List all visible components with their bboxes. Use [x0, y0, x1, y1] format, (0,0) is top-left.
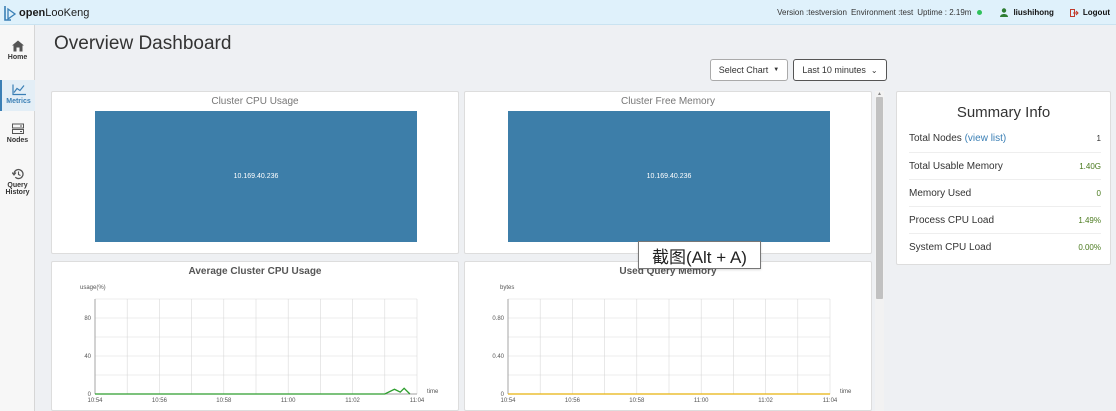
x-tick-label: 11:04: [410, 398, 425, 404]
panel-used-query-memory: Used Query Memory bytes 0 0.40 0.80 10:54 10:…: [464, 261, 872, 411]
summary-label: System CPU Load: [909, 241, 992, 253]
y-axis-label: usage(%): [80, 285, 106, 291]
x-tick-label: 11:02: [345, 398, 360, 404]
summary-label: Total Nodes: [909, 133, 962, 144]
sidebar-item-query-history[interactable]: Query History: [0, 168, 35, 208]
page-title: Overview Dashboard: [54, 33, 232, 54]
summary-row-usable-memory: Total Usable Memory 1.40G: [909, 152, 1101, 179]
environment-text: Environment :test: [850, 8, 914, 17]
status-dot-icon: [977, 10, 983, 15]
panel-average-cluster-cpu-usage: Average Cluster CPU Usage usage(%) 0 40 80 1…: [51, 261, 459, 411]
summary-label: Memory Used: [909, 187, 972, 199]
select-chart-button[interactable]: Select Chart ▼: [710, 59, 788, 81]
home-icon: [11, 40, 24, 52]
y-tick-label: 40: [84, 354, 91, 360]
sidebar-item-label: Nodes: [6, 137, 29, 144]
sidebar-item-nodes[interactable]: Nodes: [0, 123, 35, 151]
sidebar-item-home[interactable]: Home: [0, 40, 35, 68]
node-label: 10.169.40.236: [646, 173, 692, 180]
logout-label: Logout: [1082, 8, 1110, 17]
brand-name-bold: open: [19, 6, 46, 19]
x-tick-label: 10:56: [152, 398, 168, 404]
time-range-select[interactable]: Last 10 minutes ⌄: [793, 59, 887, 81]
sidebar-item-label: Metrics: [6, 98, 31, 105]
panel-cluster-free-memory: Cluster Free Memory 10.169.40.236: [464, 91, 872, 254]
summary-value: 1: [1096, 134, 1101, 143]
node-block[interactable]: 10.169.40.236: [95, 111, 417, 242]
x-tick-label: 10:58: [216, 398, 232, 404]
panel-cluster-cpu-usage: Cluster CPU Usage 10.169.40.236: [51, 91, 459, 254]
user-icon: [1000, 8, 1009, 17]
series-line: [95, 387, 411, 395]
node-block[interactable]: 10.169.40.236: [508, 111, 830, 242]
chevron-down-icon: ⌄: [870, 65, 878, 75]
server-icon: [11, 123, 24, 134]
sidebar: Home Metrics Nodes Query History: [0, 25, 35, 411]
user-menu[interactable]: liushihong: [1000, 8, 1054, 17]
user-name: liushihong: [1013, 8, 1054, 17]
summary-value: 0.00%: [1078, 242, 1101, 252]
x-tick-label: 10:54: [500, 398, 516, 404]
uptime-text: Uptime : 2.19m: [917, 8, 972, 17]
x-tick-label: 11:04: [823, 398, 838, 404]
x-tick-label: 11:02: [758, 398, 773, 404]
summary-value: 1.40G: [1079, 161, 1101, 171]
node-label: 10.169.40.236: [233, 173, 279, 180]
logout-icon: [1069, 8, 1079, 17]
summary-label: Process CPU Load: [909, 214, 995, 226]
line-chart-icon: [11, 84, 26, 96]
brand-logo[interactable]: open LooKeng: [4, 4, 89, 21]
used-memory-chart: bytes00.400.8010:54 10:56 10:58 11:00 11:02 1…: [492, 285, 852, 404]
y-tick-label: 80: [84, 316, 91, 322]
top-bar: open LooKeng Version :testversion Environ…: [0, 0, 1116, 25]
version-text: Version :testversion: [777, 8, 847, 17]
y-tick-label: 0.80: [492, 316, 504, 322]
logo-icon: [4, 5, 17, 21]
summary-label: Total Usable Memory: [909, 160, 1003, 172]
summary-value: 0: [1096, 188, 1101, 198]
summary-row-process-cpu: Process CPU Load 1.49%: [909, 206, 1101, 233]
caret-down-icon: ▼: [773, 67, 780, 73]
summary-row-system-cpu: System CPU Load 0.00%: [909, 233, 1101, 260]
avg-cpu-chart: usage(%)0408010:54 10:56 10:58 11:00 11:02 11…: [80, 285, 439, 404]
panel-title: Cluster CPU Usage: [211, 96, 299, 107]
history-icon: [11, 168, 24, 180]
x-tick-label: 10:58: [629, 398, 645, 404]
logout-button[interactable]: Logout: [1069, 8, 1110, 17]
y-tick-label: 0.40: [492, 354, 504, 360]
x-tick-label: 10:56: [565, 398, 581, 404]
x-tick-label: 10:54: [87, 398, 103, 404]
x-axis-label: time: [427, 389, 439, 395]
x-tick-label: 11:00: [281, 398, 296, 404]
x-tick-label: 11:00: [694, 398, 709, 404]
panel-title: Cluster Free Memory: [621, 96, 715, 107]
scrollbar-thumb[interactable]: [876, 97, 883, 299]
summary-info-panel: Summary Info Total Nodes (view list) 1 T…: [896, 91, 1111, 265]
summary-row-memory-used: Memory Used 0: [909, 179, 1101, 206]
view-list-link[interactable]: (view list): [965, 133, 1007, 144]
x-axis-label: time: [840, 389, 852, 395]
summary-value: 1.49%: [1078, 215, 1101, 225]
sidebar-item-label-2: History: [5, 189, 30, 196]
y-axis-label: bytes: [500, 285, 514, 291]
sidebar-item-label: Query: [7, 182, 28, 189]
sidebar-item-metrics[interactable]: Metrics: [0, 80, 35, 111]
select-chart-label: Select Chart: [718, 65, 769, 75]
summary-title: Summary Info: [956, 104, 1051, 121]
brand-name-rest: LooKeng: [45, 6, 90, 19]
summary-row-total-nodes: Total Nodes (view list) 1: [909, 125, 1101, 152]
sidebar-item-label: Home: [7, 54, 28, 61]
top-info: Version :testversion Environment :test U…: [777, 0, 1112, 25]
time-range-label: Last 10 minutes: [802, 65, 866, 75]
screenshot-tooltip: 截图(Alt + A): [638, 241, 761, 269]
